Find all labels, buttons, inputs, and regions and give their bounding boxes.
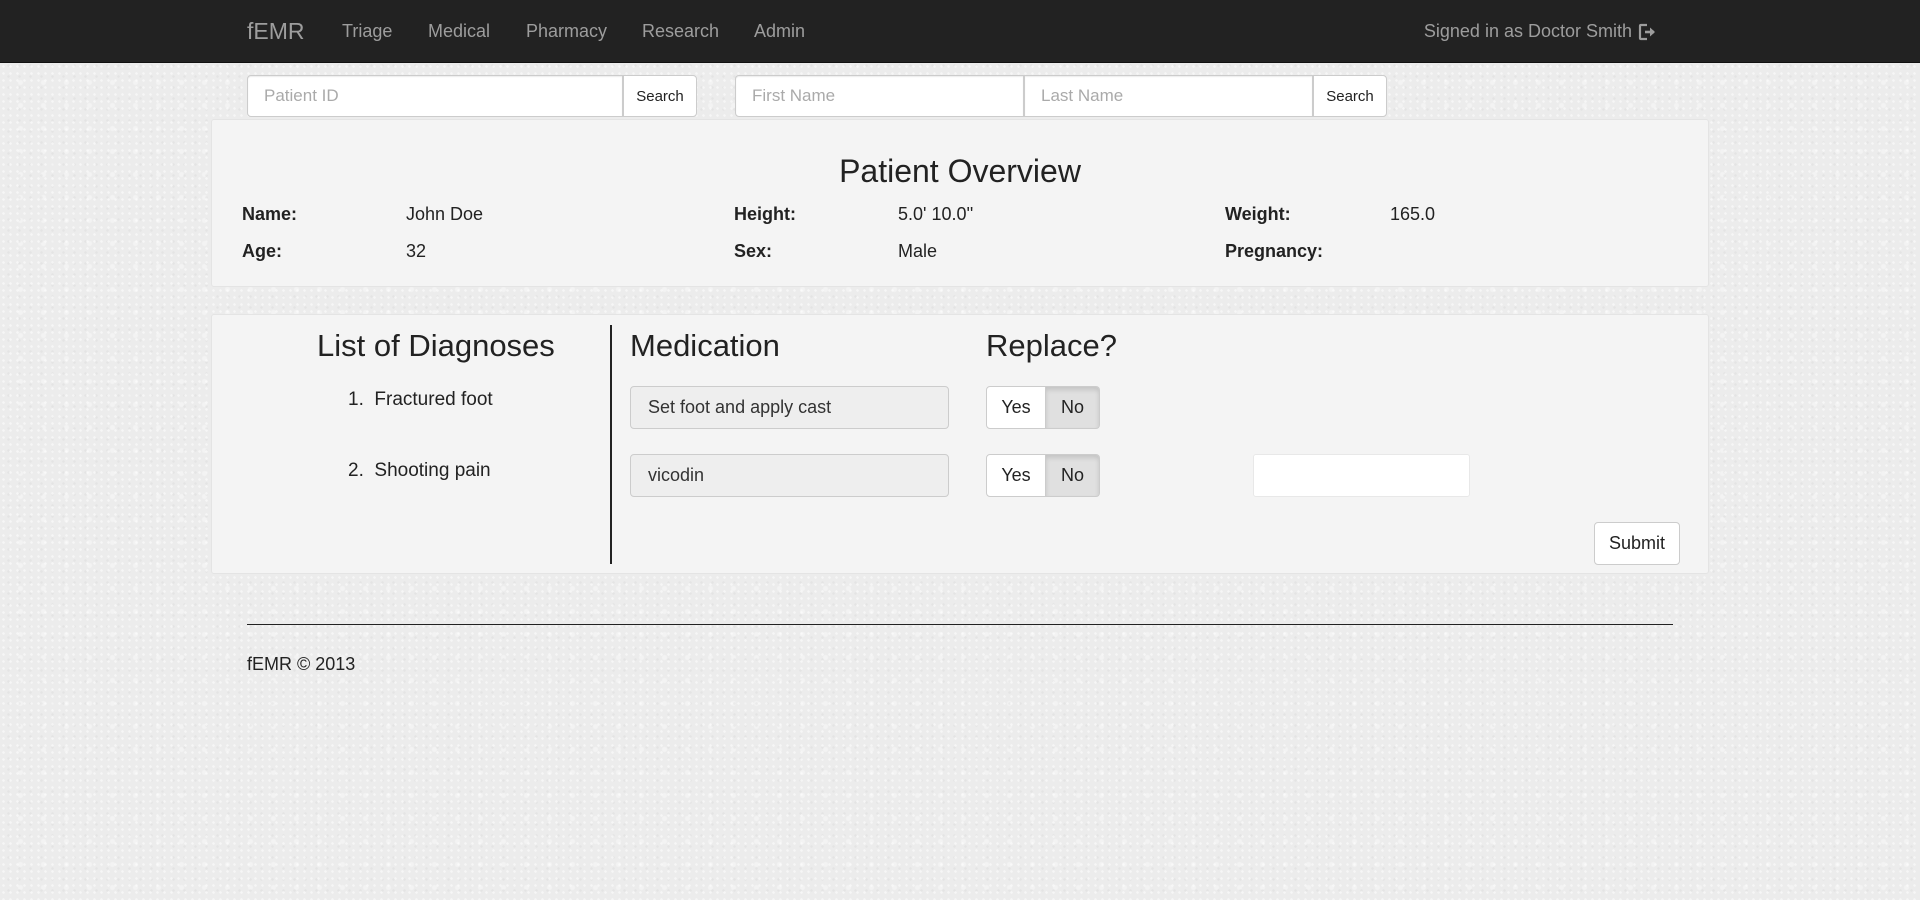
replace-yes-button[interactable]: Yes <box>986 454 1046 497</box>
name-label: Name: <box>242 204 298 224</box>
footer-copyright: fEMR © 2013 <box>247 654 356 674</box>
nav-link-triage[interactable]: Triage <box>342 21 392 42</box>
brand-link[interactable]: fEMR <box>247 18 305 45</box>
weight-label: Weight: <box>1225 204 1291 224</box>
replace-toggle-group: Yes No <box>986 386 1100 429</box>
sex-label: Sex: <box>734 241 773 261</box>
column-divider <box>610 325 612 564</box>
patient-id-input[interactable] <box>247 75 623 117</box>
replace-heading: Replace? <box>986 328 1117 363</box>
medication-field: Set foot and apply cast <box>630 386 949 429</box>
logout-icon <box>1638 23 1655 40</box>
sex-value: Male <box>898 241 938 261</box>
first-name-input[interactable] <box>735 75 1024 117</box>
replace-no-button[interactable]: No <box>1046 454 1100 497</box>
diagnoses-heading: List of Diagnoses <box>317 328 555 363</box>
patient-id-search-button[interactable]: Search <box>623 75 697 117</box>
medication-field: vicodin <box>630 454 949 497</box>
replace-no-button[interactable]: No <box>1046 386 1100 429</box>
signed-in-label: Signed in as Doctor Smith <box>1423 21 1632 41</box>
signed-in-link[interactable]: Signed in as Doctor Smith <box>1424 21 1658 42</box>
name-value: John Doe <box>406 204 484 224</box>
nav-link-admin[interactable]: Admin <box>754 21 805 42</box>
diagnosis-item: 2. Shooting pain <box>348 460 491 481</box>
diagnosis-medication-panel: List of Diagnoses 1. Fractured foot 2. S… <box>211 314 1709 574</box>
last-name-input[interactable] <box>1024 75 1313 117</box>
diagnosis-item: 1. Fractured foot <box>348 389 493 410</box>
weight-value: 165.0 <box>1390 204 1436 224</box>
top-navbar: fEMR Triage Medical Pharmacy Research Ad… <box>0 0 1920 63</box>
replace-toggle-group: Yes No <box>986 454 1100 497</box>
name-search-button[interactable]: Search <box>1313 75 1387 117</box>
nav-link-medical[interactable]: Medical <box>428 21 490 42</box>
height-value: 5.0' 10.0'' <box>898 204 974 224</box>
replacement-medication-input[interactable] <box>1253 454 1470 497</box>
patient-overview-title: Patient Overview <box>839 153 1081 189</box>
age-value: 32 <box>406 241 427 261</box>
age-label: Age: <box>242 241 282 261</box>
submit-button[interactable]: Submit <box>1594 522 1680 565</box>
nav-link-pharmacy[interactable]: Pharmacy <box>526 21 607 42</box>
patient-overview-panel: Patient Overview Name: John Doe Age: 32 … <box>211 119 1709 287</box>
medication-heading: Medication <box>630 328 780 363</box>
pregnancy-label: Pregnancy: <box>1225 241 1324 261</box>
nav-link-research[interactable]: Research <box>642 21 719 42</box>
replace-yes-button[interactable]: Yes <box>986 386 1046 429</box>
height-label: Height: <box>734 204 796 224</box>
footer-divider <box>247 624 1673 625</box>
